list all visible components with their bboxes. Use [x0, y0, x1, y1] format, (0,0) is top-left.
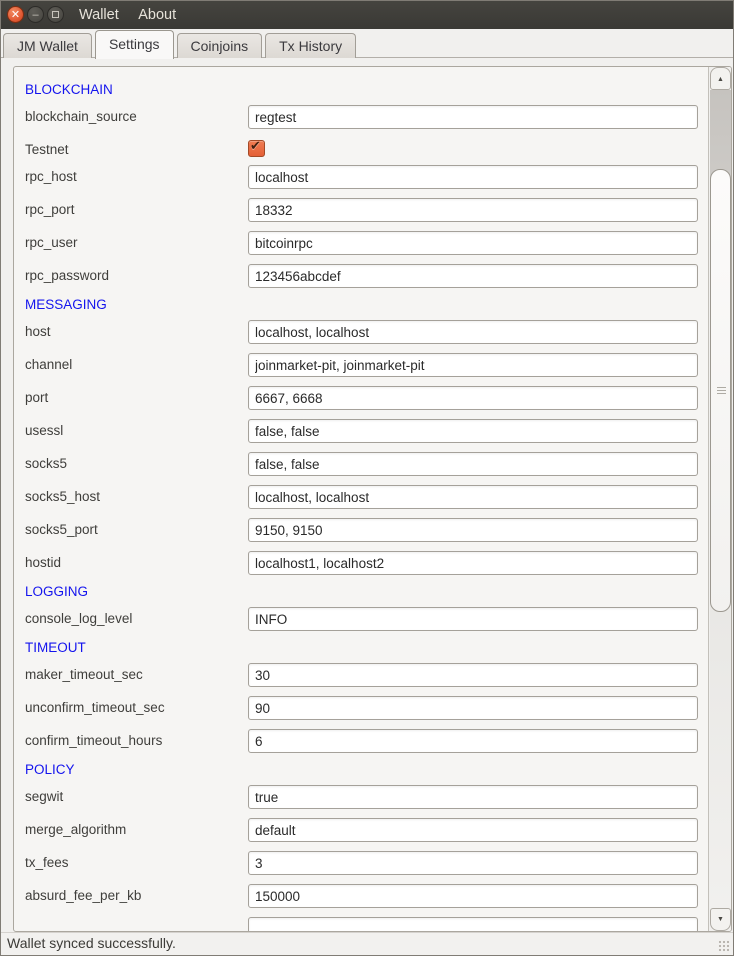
section-header-blockchain: BLOCKCHAIN	[25, 82, 113, 97]
status-bar: Wallet synced successfully.	[1, 932, 733, 955]
close-button[interactable]: ✕	[7, 6, 24, 23]
field-label-absurd-fee-per-kb: absurd_fee_per_kb	[25, 888, 141, 903]
section-header-logging: LOGGING	[25, 584, 88, 599]
app-window: ✕ – Wallet About JM WalletSettingsCoinjo…	[0, 0, 734, 956]
input-segwit[interactable]	[248, 785, 698, 809]
tab-bar: JM WalletSettingsCoinjoinsTx History	[1, 29, 733, 58]
field-label-testnet: Testnet	[25, 142, 69, 157]
input-console-log-level[interactable]	[248, 607, 698, 631]
input-rpc-password[interactable]	[248, 264, 698, 288]
menubar: Wallet About	[79, 1, 191, 29]
input-rpc-host[interactable]	[248, 165, 698, 189]
input-host[interactable]	[248, 320, 698, 344]
field-label-socks5: socks5	[25, 456, 67, 471]
input-socks5-host[interactable]	[248, 485, 698, 509]
input-usessl[interactable]	[248, 419, 698, 443]
menu-about[interactable]: About	[138, 1, 176, 29]
field-label-console-log-level: console_log_level	[25, 611, 132, 626]
menu-wallet[interactable]: Wallet	[79, 1, 119, 29]
maximize-icon	[52, 11, 59, 18]
input-merge-algorithm[interactable]	[248, 818, 698, 842]
section-header-messaging: MESSAGING	[25, 297, 107, 312]
field-label-host: host	[25, 324, 51, 339]
field-label-rpc-password: rpc_password	[25, 268, 109, 283]
field-label-rpc-host: rpc_host	[25, 169, 77, 184]
scrollbar-grip-icon	[717, 387, 726, 395]
field-label-maker-timeout-sec: maker_timeout_sec	[25, 667, 143, 682]
field-label-hostid: hostid	[25, 555, 61, 570]
field-label-tx-fees: tx_fees	[25, 855, 69, 870]
tab-jm-wallet[interactable]: JM Wallet	[3, 33, 92, 59]
resize-grip[interactable]	[718, 940, 731, 953]
input-blockchain-source[interactable]	[248, 105, 698, 129]
field-label-socks5-host: socks5_host	[25, 489, 100, 504]
input-socks5[interactable]	[248, 452, 698, 476]
field-label-port: port	[25, 390, 48, 405]
input-socks5-port[interactable]	[248, 518, 698, 542]
input-hostid[interactable]	[248, 551, 698, 575]
input-rpc-port[interactable]	[248, 198, 698, 222]
input-unconfirm-timeout-sec[interactable]	[248, 696, 698, 720]
field-label-confirm-timeout-hours: confirm_timeout_hours	[25, 733, 162, 748]
check-mark-icon: ✔	[250, 138, 261, 154]
input-channel[interactable]	[248, 353, 698, 377]
maximize-button[interactable]	[47, 6, 64, 23]
field-label-usessl: usessl	[25, 423, 63, 438]
scroll-down-button[interactable]: ▼	[710, 908, 731, 931]
field-label-merge-algorithm: merge_algorithm	[25, 822, 126, 837]
input-clipped-next-field[interactable]	[248, 917, 698, 932]
vertical-scrollbar: ▲ ▼	[708, 67, 731, 931]
field-label-segwit: segwit	[25, 789, 63, 804]
field-label-channel: channel	[25, 357, 72, 372]
tab-coinjoins[interactable]: Coinjoins	[177, 33, 263, 59]
titlebar: ✕ – Wallet About	[1, 1, 733, 29]
section-header-timeout: TIMEOUT	[25, 640, 86, 655]
settings-form: BLOCKCHAIN blockchain_source Testnet ✔ rpc_h…	[14, 67, 708, 931]
scroll-up-button[interactable]: ▲	[710, 67, 731, 90]
input-confirm-timeout-hours[interactable]	[248, 729, 698, 753]
input-rpc-user[interactable]	[248, 231, 698, 255]
minimize-button[interactable]: –	[27, 6, 44, 23]
field-label-rpc-user: rpc_user	[25, 235, 78, 250]
section-header-policy: POLICY	[25, 762, 75, 777]
input-tx-fees[interactable]	[248, 851, 698, 875]
checkbox-testnet[interactable]: ✔	[248, 140, 265, 157]
input-port[interactable]	[248, 386, 698, 410]
tab-settings[interactable]: Settings	[95, 30, 174, 59]
status-message: Wallet synced successfully.	[7, 935, 176, 951]
tab-pane-settings: BLOCKCHAIN blockchain_source Testnet ✔ rpc_h…	[1, 58, 733, 932]
field-label-blockchain-source: blockchain_source	[25, 109, 137, 124]
tab-tx-history[interactable]: Tx History	[265, 33, 356, 59]
field-label-socks5-port: socks5_port	[25, 522, 98, 537]
settings-scroll-area: BLOCKCHAIN blockchain_source Testnet ✔ rpc_h…	[13, 66, 732, 932]
field-label-unconfirm-timeout-sec: unconfirm_timeout_sec	[25, 700, 165, 715]
scrollbar-thumb[interactable]	[710, 169, 731, 612]
input-absurd-fee-per-kb[interactable]	[248, 884, 698, 908]
input-maker-timeout-sec[interactable]	[248, 663, 698, 687]
field-label-rpc-port: rpc_port	[25, 202, 75, 217]
